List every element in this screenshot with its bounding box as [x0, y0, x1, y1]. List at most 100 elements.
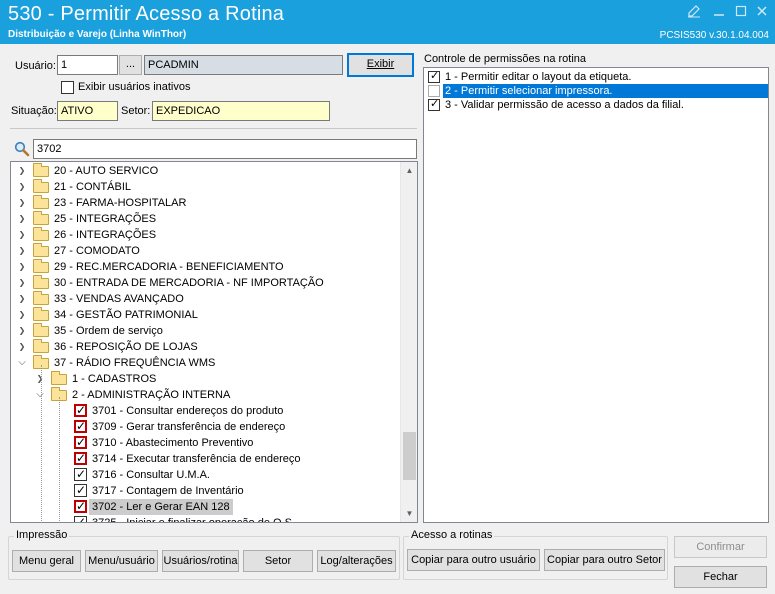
- folder-icon: [33, 195, 49, 209]
- minimize-icon[interactable]: [709, 4, 729, 22]
- tree-item-label: 1 - CADASTROS: [72, 373, 157, 385]
- search-input[interactable]: 3702: [33, 139, 417, 159]
- tree-folder-row[interactable]: ❯ 23 - FARMA-HOSPITALAR: [11, 195, 401, 211]
- maximize-icon[interactable]: [731, 4, 751, 22]
- log-alteracoes-button[interactable]: Log/alterações: [317, 550, 396, 572]
- tree-item-label: 3702 - Ler e Gerar EAN 128: [89, 499, 233, 515]
- expand-icon[interactable]: ❯: [17, 195, 27, 211]
- tree-item-label: 33 - VENDAS AVANÇADO: [54, 293, 184, 305]
- expand-icon[interactable]: ❯: [35, 371, 45, 387]
- expand-icon[interactable]: ❯: [17, 339, 27, 355]
- tree-folder-row[interactable]: ❯ 33 - VENDAS AVANÇADO: [11, 291, 401, 307]
- tree-scrollbar[interactable]: ▲ ▼: [400, 162, 417, 522]
- tree-folder-row[interactable]: ⌵ 2 - ADMINISTRAÇÃO INTERNA: [11, 387, 401, 403]
- tree-routine-row[interactable]: 3717 - Contagem de Inventário: [11, 482, 401, 499]
- folder-icon: [33, 243, 49, 257]
- tree-guide-line: [59, 397, 60, 522]
- routine-tree[interactable]: ❯ 20 - AUTO SERVICO ❯ 21 - CONTÁBIL ❯ 23 - FA…: [10, 161, 418, 523]
- folder-icon: [33, 179, 49, 193]
- routine-checkbox[interactable]: [74, 466, 87, 482]
- scroll-thumb[interactable]: [403, 432, 416, 480]
- situacao-field: ATIVO: [57, 101, 118, 121]
- copy-setor-button[interactable]: Copiar para outro Setor: [544, 549, 665, 571]
- tree-item-label: 37 - RÁDIO FREQUÊNCIA WMS: [54, 357, 216, 369]
- tree-folder-row[interactable]: ❯ 1 - CADASTROS: [11, 371, 401, 387]
- confirmar-button[interactable]: Confirmar: [674, 536, 767, 558]
- folder-icon: [33, 339, 49, 353]
- folder-icon: [33, 259, 49, 273]
- window-title: 530 - Permitir Acesso a Rotina: [8, 3, 285, 25]
- expand-icon[interactable]: ❯: [17, 211, 27, 227]
- tree-routine-row[interactable]: 3725 - Iniciar e finalizar operação de O…: [11, 514, 401, 522]
- permissions-list[interactable]: 1 - Permitir editar o layout da etiqueta…: [423, 67, 769, 523]
- tree-rows: ❯ 20 - AUTO SERVICO ❯ 21 - CONTÁBIL ❯ 23 - FA…: [11, 163, 401, 522]
- tree-routine-row[interactable]: 3709 - Gerar transferência de endereço: [11, 418, 401, 435]
- tree-folder-row[interactable]: ⌵ 37 - RÁDIO FREQUÊNCIA WMS: [11, 355, 401, 371]
- copy-user-button[interactable]: Copiar para outro usuário: [407, 549, 540, 571]
- expand-icon[interactable]: ❯: [17, 163, 27, 179]
- tree-item-label: 34 - GESTÃO PATRIMONIAL: [54, 309, 198, 321]
- setor-label: Setor:: [121, 105, 151, 117]
- expand-icon[interactable]: ❯: [17, 291, 27, 307]
- tree-folder-row[interactable]: ❯ 27 - COMODATO: [11, 243, 401, 259]
- permission-item[interactable]: 2 - Permitir selecionar impressora.: [426, 84, 768, 98]
- scroll-down-icon[interactable]: ▼: [401, 505, 417, 522]
- permission-item[interactable]: 3 - Validar permissão de acesso a dados …: [426, 97, 768, 112]
- expand-icon[interactable]: ❯: [17, 323, 27, 339]
- expand-icon[interactable]: ❯: [17, 243, 27, 259]
- fechar-button[interactable]: Fechar: [674, 566, 767, 588]
- tree-folder-row[interactable]: ❯ 30 - ENTRADA DE MERCADORIA - NF IMPORTA…: [11, 275, 401, 291]
- routine-checkbox[interactable]: [74, 514, 87, 522]
- permission-checkbox[interactable]: [428, 85, 440, 97]
- close-icon[interactable]: [752, 4, 772, 22]
- permission-checkbox[interactable]: [428, 97, 440, 111]
- scroll-up-icon[interactable]: ▲: [401, 162, 417, 179]
- expand-icon[interactable]: ❯: [17, 275, 27, 291]
- tree-folder-row[interactable]: ❯ 29 - REC.MERCADORIA - BENEFICIAMENTO: [11, 259, 401, 275]
- version-label: PCSIS530 v.30.1.04.004: [659, 30, 769, 41]
- tree-folder-row[interactable]: ❯ 26 - INTEGRAÇÕES: [11, 227, 401, 243]
- tree-routine-row[interactable]: 3702 - Ler e Gerar EAN 128: [11, 498, 401, 515]
- tree-folder-row[interactable]: ❯ 21 - CONTÁBIL: [11, 179, 401, 195]
- collapse-icon[interactable]: ⌵: [17, 355, 27, 371]
- expand-icon[interactable]: ❯: [17, 307, 27, 323]
- menu-usuario-button[interactable]: Menu/usuário: [85, 550, 158, 572]
- edit-icon[interactable]: [684, 4, 704, 22]
- collapse-icon[interactable]: ⌵: [35, 387, 45, 403]
- usuarios-rotina-button[interactable]: Usuários/rotina: [162, 550, 239, 572]
- tree-folder-row[interactable]: ❯ 36 - REPOSIÇÃO DE LOJAS: [11, 339, 401, 355]
- folder-icon: [33, 307, 49, 321]
- routine-checkbox[interactable]: [74, 498, 87, 514]
- exibir-button[interactable]: Exibir: [347, 53, 414, 77]
- exibir-button-label: Exibir: [366, 58, 395, 70]
- tree-routine-row[interactable]: 3716 - Consultar U.M.A.: [11, 466, 401, 483]
- tree-folder-row[interactable]: ❯ 25 - INTEGRAÇÕES: [11, 211, 401, 227]
- tree-item-label: 3709 - Gerar transferência de endereço: [92, 421, 286, 433]
- tree-routine-row[interactable]: 3710 - Abastecimento Preventivo: [11, 434, 401, 451]
- routine-checkbox[interactable]: [74, 482, 87, 498]
- situacao-label: Situação:: [11, 105, 57, 117]
- permission-item[interactable]: 1 - Permitir editar o layout da etiqueta…: [426, 69, 768, 84]
- folder-icon: [33, 291, 49, 305]
- folder-icon: [51, 371, 67, 385]
- setor-button[interactable]: Setor: [243, 550, 313, 572]
- routine-checkbox[interactable]: [74, 402, 87, 418]
- inativos-checkbox[interactable]: [61, 81, 74, 94]
- routine-checkbox[interactable]: [74, 418, 87, 434]
- expand-icon[interactable]: ❯: [17, 227, 27, 243]
- tree-folder-row[interactable]: ❯ 20 - AUTO SERVICO: [11, 163, 401, 179]
- tree-folder-row[interactable]: ❯ 35 - Ordem de serviço: [11, 323, 401, 339]
- routine-checkbox[interactable]: [74, 434, 87, 450]
- tree-folder-row[interactable]: ❯ 34 - GESTÃO PATRIMONIAL: [11, 307, 401, 323]
- expand-icon[interactable]: ❯: [17, 179, 27, 195]
- permission-checkbox[interactable]: [428, 69, 440, 83]
- routine-checkbox[interactable]: [74, 450, 87, 466]
- expand-icon[interactable]: ❯: [17, 259, 27, 275]
- tree-item-label: 3710 - Abastecimento Preventivo: [92, 437, 254, 449]
- folder-icon: [33, 163, 49, 177]
- tree-routine-row[interactable]: 3714 - Executar transferência de endereç…: [11, 450, 401, 467]
- tree-routine-row[interactable]: 3701 - Consultar endereços do produto: [11, 402, 401, 419]
- menu-geral-button[interactable]: Menu geral: [12, 550, 81, 572]
- usuario-lookup-button[interactable]: ...: [119, 55, 142, 75]
- usuario-code-input[interactable]: 1: [57, 55, 118, 75]
